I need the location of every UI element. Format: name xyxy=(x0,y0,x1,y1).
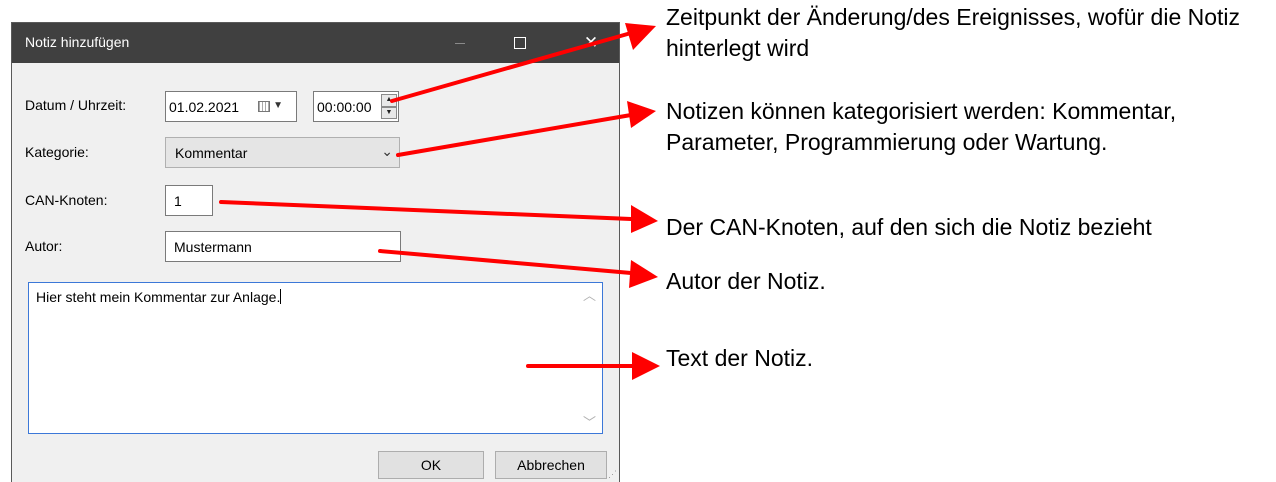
arrow-head-can-node xyxy=(631,205,658,233)
arrow-author xyxy=(378,249,633,275)
arrow-head-category xyxy=(627,101,656,128)
arrow-head-timestamp xyxy=(625,23,656,50)
arrow-can-node xyxy=(219,200,633,221)
arrow-timestamp xyxy=(390,31,633,103)
arrow-head-note-text xyxy=(632,352,660,380)
annotation-arrows xyxy=(219,23,660,380)
arrow-category xyxy=(396,113,633,157)
arrow-head-author xyxy=(629,260,658,288)
